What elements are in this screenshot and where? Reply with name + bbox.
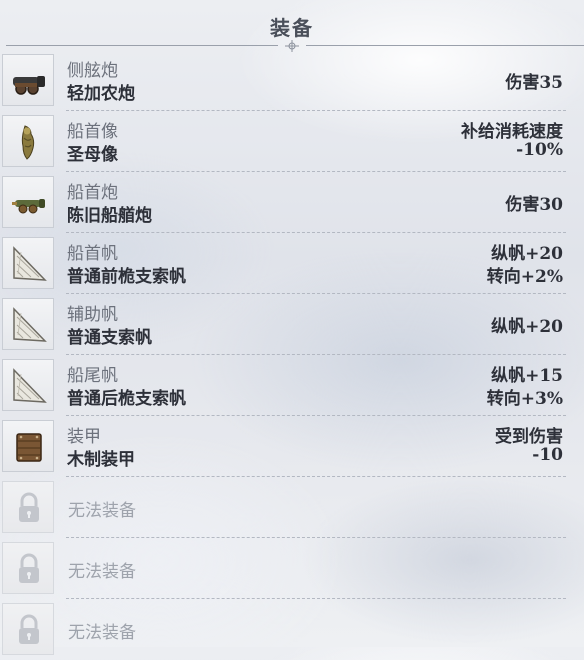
equipment-slot-icon[interactable] <box>2 420 54 472</box>
equipment-slot-icon[interactable] <box>2 115 54 167</box>
locked-slot-icon-box <box>2 603 54 655</box>
item-stat-value: 转向+3% <box>486 389 563 409</box>
equipment-row-armor[interactable]: 装甲 木制装甲 受到伤害 -10 <box>0 416 584 477</box>
item-name: 普通后桅支索帆 <box>67 389 186 409</box>
item-stat: 伤害30 <box>505 195 563 215</box>
slot-label: 船尾帆 <box>67 366 118 386</box>
locked-slot-text: 无法装备 <box>68 501 136 521</box>
item-name: 圣母像 <box>67 145 118 165</box>
item-name: 陈旧船艏炮 <box>67 206 152 226</box>
header-divider-left <box>6 45 278 46</box>
equipment-slot-icon[interactable] <box>2 54 54 106</box>
slot-label: 船首像 <box>67 122 118 142</box>
item-stat-value: -10 <box>532 445 563 465</box>
item-stat: 纵帆+20 <box>491 317 563 337</box>
locked-slot-row: 无法装备 <box>0 599 584 660</box>
equipment-row-bow-sail[interactable]: 船首帆 普通前桅支索帆 纵帆+20 转向+2% <box>0 233 584 294</box>
equipment-row-bow-cannon[interactable]: 船首炮 陈旧船艏炮 伤害30 <box>0 172 584 233</box>
item-stat: 纵帆+20 <box>491 244 563 264</box>
equipment-row-broadside-cannon[interactable]: 侧舷炮 轻加农炮 伤害35 <box>0 50 584 111</box>
equipment-row-figurehead[interactable]: 船首像 圣母像 补给消耗速度 -10% <box>0 111 584 172</box>
bow-cannon-icon <box>12 199 45 214</box>
equipment-slot-icon[interactable] <box>2 359 54 411</box>
item-name: 普通支索帆 <box>67 328 152 348</box>
panel-title: 装备 <box>270 16 314 40</box>
lock-icon <box>19 553 39 583</box>
equipment-header: 装备 <box>0 0 584 52</box>
figurehead-icon <box>21 125 35 160</box>
locked-slot-text: 无法装备 <box>68 623 136 643</box>
item-stat: 伤害35 <box>505 73 563 93</box>
item-stat-value: 转向+2% <box>486 267 563 287</box>
header-divider-right <box>306 45 584 46</box>
slot-label: 船首炮 <box>67 183 118 203</box>
item-name: 轻加农炮 <box>67 84 135 104</box>
sail-icon <box>13 246 47 281</box>
locked-slot-row: 无法装备 <box>0 477 584 538</box>
locked-slot-text: 无法装备 <box>68 562 136 582</box>
equipment-slot-icon[interactable] <box>2 298 54 350</box>
cannon-icon <box>13 76 45 95</box>
item-stat: 补给消耗速度 <box>461 122 563 142</box>
item-stat: 受到伤害 <box>495 427 563 447</box>
armor-icon <box>16 433 42 462</box>
slot-label: 辅助帆 <box>67 305 118 325</box>
sail-icon <box>13 368 47 403</box>
slot-label: 侧舷炮 <box>67 61 118 81</box>
locked-slot-row: 无法装备 <box>0 538 584 599</box>
item-name: 普通前桅支索帆 <box>67 267 186 287</box>
sail-icon <box>13 307 47 342</box>
equipment-row-stern-sail[interactable]: 船尾帆 普通后桅支索帆 纵帆+15 转向+3% <box>0 355 584 416</box>
slot-label: 船首帆 <box>67 244 118 264</box>
lock-icon <box>19 614 39 644</box>
equipment-slot-icon[interactable] <box>2 176 54 228</box>
locked-slot-icon-box <box>2 542 54 594</box>
item-stat-value: -10% <box>516 140 563 160</box>
item-stat: 纵帆+15 <box>491 366 563 386</box>
equipment-row-auxiliary-sail[interactable]: 辅助帆 普通支索帆 纵帆+20 <box>0 294 584 355</box>
lock-icon <box>19 492 39 522</box>
slot-label: 装甲 <box>67 427 101 447</box>
locked-slot-icon-box <box>2 481 54 533</box>
equipment-slot-icon[interactable] <box>2 237 54 289</box>
item-name: 木制装甲 <box>67 450 135 470</box>
